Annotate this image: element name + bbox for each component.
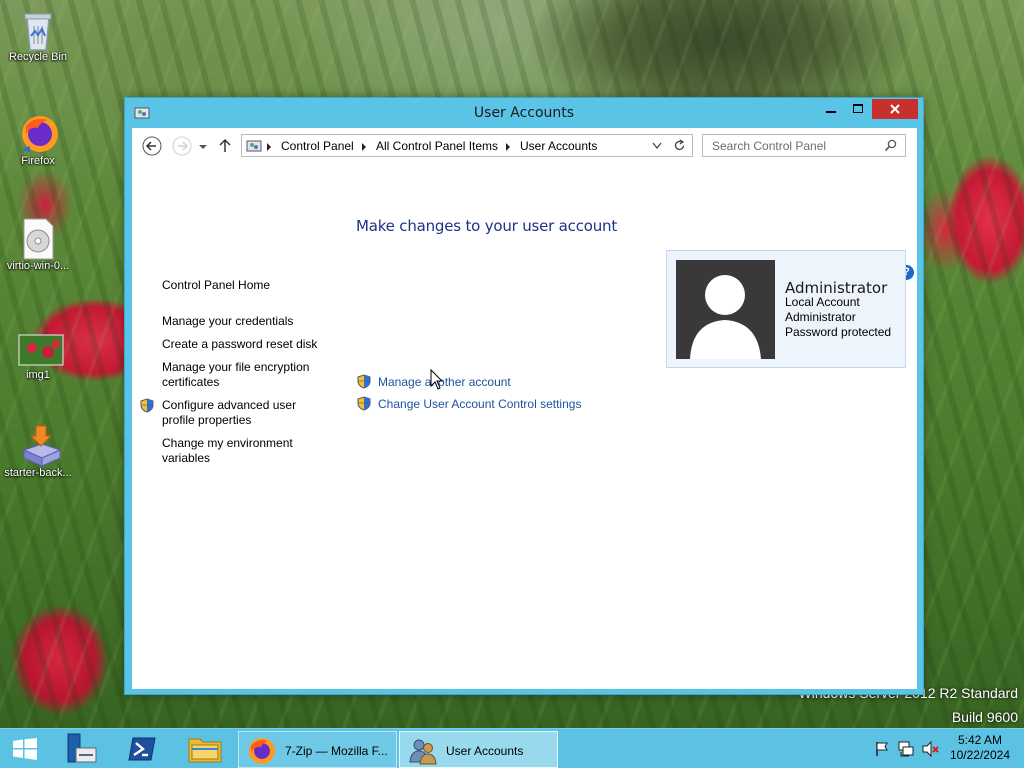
close-icon	[890, 104, 900, 114]
address-bar[interactable]: Control Panel All Control Panel Items Us…	[241, 134, 693, 157]
action-center-flag-icon[interactable]	[874, 741, 890, 757]
taskbar-app-user-accounts[interactable]: User Accounts	[399, 731, 558, 768]
uac-shield-icon	[357, 396, 371, 411]
firefox-icon	[249, 738, 275, 764]
maximize-button[interactable]	[845, 99, 872, 119]
forward-button[interactable]	[172, 136, 192, 156]
up-button[interactable]	[218, 136, 232, 156]
file-explorer-button[interactable]	[186, 729, 226, 768]
network-icon[interactable]	[897, 740, 915, 758]
up-arrow-icon	[219, 138, 231, 152]
breadcrumb-separator-icon	[506, 143, 510, 151]
desktop-icon-virtio[interactable]: virtio-win-0...	[0, 217, 76, 272]
volume-muted-icon[interactable]	[921, 740, 939, 758]
user-accounts-icon	[409, 739, 437, 765]
search-box[interactable]: Search Control Panel	[702, 134, 906, 157]
navigation-bar: Control Panel All Control Panel Items Us…	[132, 128, 917, 164]
file-encryption-link[interactable]: Manage your file encryption certificates	[162, 360, 322, 390]
page-title: Make changes to your user account	[356, 217, 618, 235]
desktop-icon-recycle-bin[interactable]: Recycle Bin	[0, 8, 76, 63]
breadcrumb-control-panel[interactable]: Control Panel	[281, 139, 354, 153]
desktop-icon-firefox[interactable]: Firefox	[0, 112, 76, 167]
back-button[interactable]	[142, 136, 162, 156]
manage-credentials-link[interactable]: Manage your credentials	[162, 314, 332, 329]
disc-image-icon	[18, 217, 58, 260]
uac-shield-icon	[140, 398, 154, 413]
clock-time: 5:42 AM	[957, 733, 1002, 747]
taskbar-app-firefox[interactable]: 7-Zip — Mozilla F...	[238, 731, 397, 768]
breadcrumb-separator-icon	[362, 143, 366, 151]
refresh-icon[interactable]	[673, 139, 686, 152]
avatar[interactable]	[676, 260, 775, 359]
breadcrumb-separator-icon	[267, 143, 271, 151]
manage-another-account-link[interactable]: Manage another account	[378, 375, 511, 389]
desktop-icon-label: img1	[26, 369, 50, 381]
control-panel-icon	[246, 140, 262, 152]
desktop-icon-label: starter-back...	[4, 467, 72, 479]
close-button[interactable]	[872, 99, 918, 119]
control-panel-home-link[interactable]: Control Panel Home	[162, 278, 332, 293]
forward-arrow-icon	[172, 136, 192, 156]
mouse-cursor-icon	[430, 369, 444, 390]
account-group: Administrator	[785, 310, 856, 324]
file-explorer-icon	[188, 738, 222, 763]
account-type: Local Account	[785, 295, 860, 309]
address-dropdown-icon[interactable]	[652, 142, 662, 150]
search-input[interactable]: Search Control Panel	[712, 139, 826, 153]
search-icon[interactable]	[884, 139, 897, 152]
minimize-button[interactable]	[817, 99, 844, 119]
maximize-icon	[853, 104, 863, 113]
minimize-icon	[826, 111, 836, 113]
user-accounts-window: User Accounts Control Panel All Control …	[124, 97, 924, 695]
uac-shield-icon	[357, 374, 371, 389]
server-manager-button[interactable]	[60, 729, 100, 768]
breadcrumb-all-items[interactable]: All Control Panel Items	[376, 139, 498, 153]
environment-variables-link[interactable]: Change my environment variables	[162, 436, 312, 466]
desktop-icon-img1[interactable]: img1	[0, 334, 76, 381]
user-silhouette-icon	[690, 275, 761, 359]
system-clock[interactable]: 5:42 AM 10/22/2024	[950, 733, 1010, 763]
taskbar-app-label: 7-Zip — Mozilla F...	[285, 744, 388, 758]
breadcrumb-user-accounts[interactable]: User Accounts	[520, 139, 597, 153]
password-reset-disk-link[interactable]: Create a password reset disk	[162, 337, 332, 352]
desktop-icon-starter[interactable]: starter-back...	[0, 424, 76, 479]
os-watermark-line2: Build 9600	[951, 709, 1018, 725]
taskbar-app-label: User Accounts	[446, 744, 524, 758]
advanced-profile-link[interactable]: Configure advanced user profile properti…	[162, 398, 312, 428]
clock-date: 10/22/2024	[949, 748, 1010, 762]
installer-icon	[18, 424, 62, 467]
server-manager-icon	[67, 733, 97, 763]
taskbar: 7-Zip — Mozilla F... User Accounts 5:42 …	[0, 728, 1024, 768]
desktop-icon-label: Recycle Bin	[8, 51, 68, 63]
desktop-icon-label: Firefox	[21, 155, 55, 167]
recent-locations-button[interactable]	[198, 136, 208, 156]
powershell-icon	[128, 737, 156, 761]
window-titlebar[interactable]: User Accounts	[125, 98, 923, 128]
recycle-bin-icon	[18, 8, 58, 51]
powershell-button[interactable]	[122, 729, 162, 768]
account-card: Administrator Local Account Administrato…	[666, 250, 906, 368]
account-status: Password protected	[785, 325, 892, 339]
desktop-icon-label: virtio-win-0...	[6, 260, 70, 272]
uac-settings-link[interactable]: Change User Account Control settings	[378, 397, 581, 411]
window-client-area: Control Panel All Control Panel Items Us…	[132, 128, 917, 689]
image-file-icon	[18, 334, 64, 366]
start-button[interactable]	[8, 729, 44, 768]
firefox-icon	[18, 112, 58, 152]
window-title: User Accounts	[473, 105, 575, 121]
back-arrow-icon	[142, 136, 162, 156]
start-icon	[13, 738, 37, 760]
chevron-down-icon	[199, 145, 207, 149]
